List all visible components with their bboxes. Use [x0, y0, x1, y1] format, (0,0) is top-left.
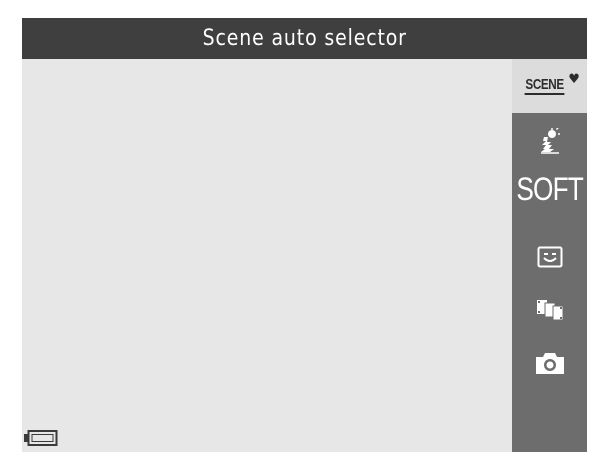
smile-timer-icon: [537, 246, 562, 268]
scene-icon-label: SCENE: [524, 76, 565, 95]
menu-item-soft[interactable]: SOFT: [512, 163, 587, 215]
multi-shot-icon: [536, 300, 563, 321]
battery-icon: [24, 430, 58, 446]
page-title: Scene auto selector: [202, 26, 407, 51]
camera-icon: [535, 353, 564, 374]
menu-item-camera[interactable]: [512, 341, 587, 385]
menu-item-backlight[interactable]: [512, 119, 587, 163]
scene-menu-panel: SCENE ♥ SOFT: [512, 59, 587, 452]
soft-icon: SOFT: [516, 170, 584, 207]
backlight-icon: [540, 128, 560, 154]
menu-item-scene-auto-selector[interactable]: SCENE ♥: [512, 59, 587, 113]
heart-icon: ♥: [568, 72, 580, 87]
menu-item-smile-timer[interactable]: [512, 237, 587, 277]
title-bar: Scene auto selector: [22, 18, 587, 59]
menu-item-multi-shot[interactable]: [512, 287, 587, 333]
camera-screen: Scene auto selector SCENE ♥ SOFT: [22, 18, 587, 452]
scene-auto-icon: SCENE ♥: [519, 72, 580, 95]
